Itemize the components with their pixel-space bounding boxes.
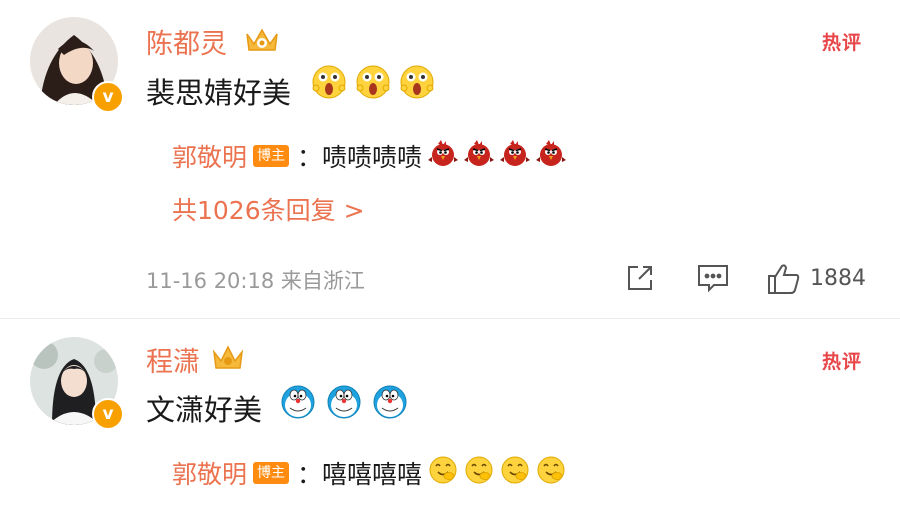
giggle-face-emoji	[536, 455, 566, 491]
vip-crown-icon	[243, 24, 281, 58]
comment-card: v 程潇 热评 文潇好美 郭敬明 博主 ： 嘻嘻嘻嘻	[0, 318, 900, 512]
timestamp: 11-16 20:18	[146, 269, 275, 293]
comment-icon[interactable]	[696, 262, 730, 298]
reply-author[interactable]: 郭敬明	[172, 138, 247, 174]
vip-crown-icon	[211, 342, 245, 376]
comment-emojis	[280, 384, 408, 424]
surprised-face-emoji	[312, 64, 346, 104]
hot-comment-label: 热评	[821, 32, 862, 54]
reply-emojis	[428, 455, 566, 491]
blogger-badge: 博主	[253, 145, 290, 167]
blogger-badge: 博主	[253, 462, 290, 484]
reply-colon: ：	[297, 143, 323, 172]
view-all-replies-link[interactable]: 共1026条回复 >	[172, 191, 365, 227]
giggle-face-emoji	[428, 455, 458, 491]
reply-text: 嘻嘻嘻嘻	[322, 460, 423, 489]
like-count: 1884	[810, 266, 866, 291]
username[interactable]: 陈都灵	[146, 22, 227, 61]
comment-meta: 11-16 20:18 来自浙江	[146, 265, 365, 295]
hot-comment-label: 热评	[821, 351, 862, 373]
like-icon[interactable]	[766, 262, 802, 300]
reply-text: 啧啧啧啧	[322, 143, 423, 172]
reply-author[interactable]: 郭敬明	[172, 455, 247, 491]
surprised-face-emoji	[356, 64, 390, 104]
angry-bird-emoji	[536, 138, 567, 174]
angry-bird-emoji	[428, 138, 459, 174]
comment-actions: 1884	[620, 262, 880, 298]
doraemon-emoji	[326, 384, 362, 424]
verified-badge: v	[92, 398, 124, 430]
location: 来自浙江	[280, 269, 365, 293]
blogger-reply[interactable]: 郭敬明 博主 ： 啧啧啧啧	[172, 138, 567, 174]
angry-bird-emoji	[464, 138, 495, 174]
angry-bird-emoji	[500, 138, 531, 174]
doraemon-emoji	[280, 384, 316, 424]
blogger-reply[interactable]: 郭敬明 博主 ： 嘻嘻嘻嘻	[172, 455, 566, 491]
comment-emojis	[312, 64, 434, 104]
comment-text: 文潇好美	[146, 393, 263, 427]
reply-emojis	[428, 138, 567, 174]
verified-badge: v	[92, 81, 124, 113]
comment-text: 裴思婧好美	[146, 76, 292, 110]
giggle-face-emoji	[500, 455, 530, 491]
comment-card: v 陈都灵 热评 裴思婧好美 郭敬明 博主 ： 啧啧啧啧 共1026条回复 > …	[0, 0, 900, 318]
doraemon-emoji	[372, 384, 408, 424]
username[interactable]: 程潇	[146, 340, 200, 379]
giggle-face-emoji	[464, 455, 494, 491]
share-icon[interactable]	[624, 262, 656, 298]
surprised-face-emoji	[400, 64, 434, 104]
reply-colon: ：	[297, 460, 323, 489]
